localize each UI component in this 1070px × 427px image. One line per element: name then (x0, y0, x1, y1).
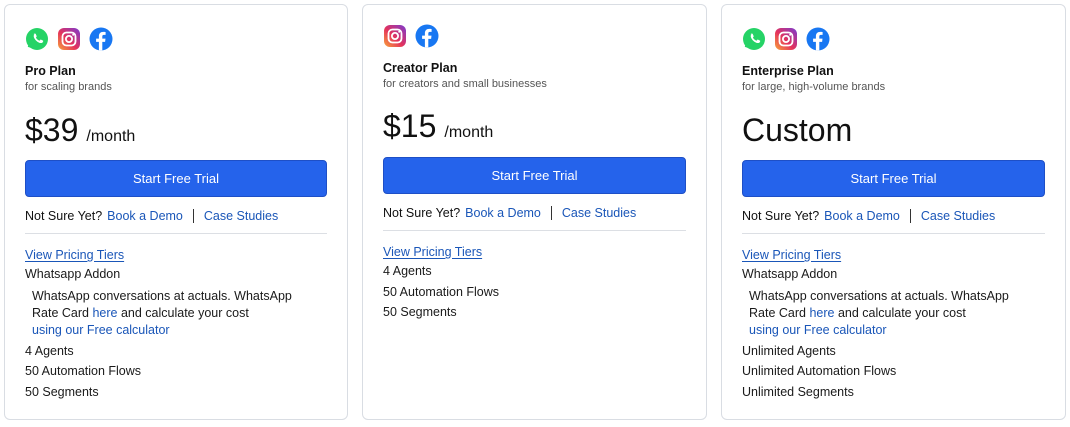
view-pricing-tiers-link[interactable]: View Pricing Tiers (383, 245, 482, 259)
plan-name: Pro Plan (25, 64, 76, 78)
divider-bar (550, 206, 552, 220)
feature-item: 4 Agents (25, 343, 74, 358)
not-sure-text: Not Sure Yet? (25, 209, 103, 223)
feature-list: Whatsapp Addon WhatsApp conversations at… (742, 264, 1045, 402)
book-demo-link[interactable]: Book a Demo (107, 209, 183, 223)
case-studies-link[interactable]: Case Studies (921, 209, 995, 223)
feature-item: Unlimited Agents (742, 343, 836, 358)
section-divider (742, 233, 1045, 234)
addon-desc-text: Rate Card (749, 305, 810, 320)
price-amount: $39 (25, 112, 79, 148)
pricing-card-enterprise: Enterprise Plan for large, high-volume b… (721, 4, 1066, 420)
price-period: /month (444, 124, 494, 141)
pricing-card-pro: Pro Plan for scaling brands $39 /month S… (4, 4, 348, 420)
not-sure-text: Not Sure Yet? (742, 209, 820, 223)
view-pricing-tiers-link[interactable]: View Pricing Tiers (25, 248, 124, 262)
price-row: $39 /month (25, 110, 327, 152)
divider-bar (192, 209, 194, 223)
book-demo-link[interactable]: Book a Demo (824, 209, 900, 223)
not-sure-text: Not Sure Yet? (383, 206, 461, 220)
feature-item: 50 Automation Flows (383, 284, 500, 299)
addon-title: Whatsapp Addon (742, 267, 838, 281)
whatsapp-icon (25, 27, 49, 53)
divider-bar (909, 209, 911, 223)
feature-item: 4 Agents (383, 264, 432, 278)
section-divider (25, 233, 327, 234)
feature-item: 50 Segments (383, 305, 457, 319)
price-row: Custom (742, 110, 1045, 152)
instagram-icon (383, 24, 407, 50)
facebook-icon (89, 27, 113, 53)
channel-icons (383, 24, 686, 50)
addon-desc-line: WhatsApp conversations at actuals. Whats… (749, 288, 1009, 303)
plan-subtitle: for large, high-volume brands (742, 81, 886, 93)
price-period: /month (86, 128, 136, 145)
rate-card-here-link[interactable]: here (809, 306, 834, 320)
start-free-trial-button[interactable]: Start Free Trial (742, 160, 1045, 197)
feature-item: Unlimited Segments (742, 384, 854, 399)
addon-description: WhatsApp conversations at actuals. Whats… (742, 288, 1045, 339)
whatsapp-icon (742, 27, 766, 53)
plan-subtitle: for creators and small businesses (383, 78, 547, 90)
start-free-trial-button[interactable]: Start Free Trial (25, 160, 327, 197)
feature-item: 50 Segments (25, 384, 99, 399)
rate-card-here-link[interactable]: here (92, 306, 117, 320)
feature-list: 4 Agents 50 Automation Flows 50 Segments (383, 261, 686, 323)
plan-name: Enterprise Plan (742, 64, 834, 78)
channel-icons (742, 27, 1045, 53)
feature-item: Unlimited Automation Flows (742, 364, 897, 378)
feature-list: Whatsapp Addon WhatsApp conversations at… (25, 264, 327, 402)
addon-title: Whatsapp Addon (25, 267, 121, 281)
view-pricing-tiers-link[interactable]: View Pricing Tiers (742, 248, 841, 262)
price-row: $15 /month (383, 106, 686, 148)
free-calculator-link[interactable]: using our Free calculator (749, 323, 887, 337)
case-studies-link[interactable]: Case Studies (562, 206, 636, 220)
demo-row: Not Sure Yet? Book a Demo Case Studies (25, 207, 327, 225)
addon-desc-text: Rate Card (32, 305, 93, 320)
instagram-icon (774, 27, 798, 53)
plan-subtitle: for scaling brands (25, 81, 112, 93)
plan-name: Creator Plan (383, 61, 458, 75)
feature-item: 50 Automation Flows (25, 364, 142, 378)
facebook-icon (806, 27, 830, 53)
case-studies-link[interactable]: Case Studies (204, 209, 278, 223)
book-demo-link[interactable]: Book a Demo (465, 206, 541, 220)
start-free-trial-button[interactable]: Start Free Trial (383, 157, 686, 194)
addon-desc-text: and calculate your cost (117, 305, 249, 320)
addon-description: WhatsApp conversations at actuals. Whats… (25, 288, 327, 339)
demo-row: Not Sure Yet? Book a Demo Case Studies (742, 207, 1045, 225)
price-amount: Custom (742, 112, 853, 148)
addon-desc-text: and calculate your cost (834, 305, 966, 320)
pricing-card-creator: Creator Plan for creators and small busi… (362, 4, 707, 420)
channel-icons (25, 27, 327, 53)
demo-row: Not Sure Yet? Book a Demo Case Studies (383, 204, 686, 222)
facebook-icon (415, 24, 439, 50)
price-amount: $15 (383, 108, 437, 144)
instagram-icon (57, 27, 81, 53)
free-calculator-link[interactable]: using our Free calculator (32, 323, 170, 337)
section-divider (383, 230, 686, 231)
addon-desc-line: WhatsApp conversations at actuals. Whats… (32, 288, 292, 303)
